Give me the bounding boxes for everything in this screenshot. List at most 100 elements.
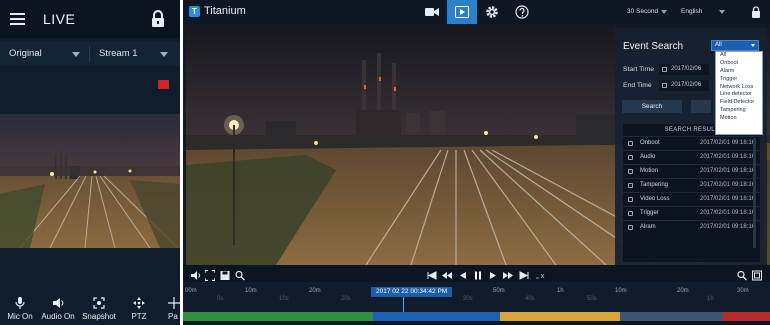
segment-other[interactable] [620,312,723,321]
event-type-option[interactable]: Network Loss [716,84,762,92]
lock-icon[interactable] [751,6,761,18]
timeline-tick: 1h [557,288,564,294]
search-button-icon[interactable] [737,268,747,281]
zoom-icon [235,270,245,281]
result-type: Audio [640,154,656,160]
interval-select[interactable]: 30 Second [624,5,670,19]
stream-selectors: Original Stream 1 [0,42,180,66]
segment-normal[interactable] [183,312,373,321]
skip-start-button[interactable] [427,268,437,280]
zoom-button[interactable] [235,268,245,281]
timeline-tick: 20m [677,288,689,294]
event-type-option[interactable]: All [716,52,762,60]
volume-button[interactable] [191,268,201,280]
event-type-dropdown-list: All Onboot Alarm Trigger Network Loss Li… [715,51,763,135]
mobile-toolbar: Mic On Audio On Snapshot PTZ Pa [0,293,180,325]
snapshot-icon [93,297,105,309]
chevron-down-icon[interactable] [72,52,80,57]
event-type-option[interactable]: Field Detector [716,99,762,107]
tab-settings[interactable] [477,0,507,24]
event-type-icon [628,225,633,230]
end-time-value: 2017/02/06 [671,82,702,88]
event-type-option[interactable]: Tampering [716,107,762,115]
start-time-field[interactable]: 2017/02/06 [659,64,709,75]
event-type-icon [628,183,633,188]
play-icon [490,272,496,279]
record-icon[interactable] [158,80,169,89]
result-time: 2017/02/01 09:18:16 [700,140,756,146]
result-time: 2017/02/01 09:18:16 [700,168,756,174]
result-row[interactable]: Trigger 2017/02/01 09:18:16 [623,206,760,220]
mic-icon [15,297,25,309]
result-time: 2017/02/01 09:18:16 [700,210,756,216]
rewind-button[interactable] [442,268,452,279]
calendar-icon [662,83,667,88]
search-result-list: SEARCH RESULT Onboot 2017/02/01 09:18:16 … [623,124,760,262]
audio-button[interactable]: Audio On [38,293,78,325]
timeline-legend [183,321,770,325]
event-type-option[interactable]: Alarm [716,68,762,76]
result-time: 2017/02/01 09:18:16 [700,196,756,202]
step-back-button[interactable] [458,268,468,279]
skip-back-icon [427,271,437,280]
start-time-label: Start Time [623,66,654,73]
result-scrollbar[interactable] [753,138,756,248]
start-time-value: 2017/02/06 [671,66,702,72]
video-camera-icon [425,8,439,16]
fast-forward-icon [503,272,513,279]
playback-controls [183,265,770,282]
result-row[interactable]: Motion 2017/02/01 09:18:16 [623,164,760,178]
event-type-option[interactable]: Motion [716,115,762,123]
language-select[interactable]: English [678,5,728,19]
result-row[interactable]: Tampering 2017/02/01 09:18:16 [623,178,760,192]
live-video-feed[interactable] [0,114,180,248]
play-button[interactable] [488,268,498,279]
timeline-subtick: 30s [463,296,473,302]
chevron-down-icon[interactable] [160,52,168,57]
mic-button[interactable]: Mic On [0,293,40,325]
mic-label: Mic On [7,312,33,321]
end-time-field[interactable]: 2017/02/06 [659,80,709,91]
timeline-tick: 30m [737,288,749,294]
segment-event[interactable] [723,312,770,321]
chevron-down-icon [719,10,725,14]
gear-icon [486,6,498,18]
tab-help[interactable] [507,0,537,24]
ptz-button[interactable]: PTZ [119,293,159,325]
fullscreen-button[interactable] [204,268,216,282]
hamburger-menu-icon[interactable] [10,13,25,25]
preset-button[interactable]: Pa [158,293,180,325]
result-row[interactable]: Alram 2017/02/01 09:18:16 [623,220,760,234]
timeline-cursor[interactable] [403,297,404,312]
layout-button[interactable] [752,268,762,281]
result-row[interactable]: Onboot 2017/02/01 09:18:16 [623,136,760,150]
lock-icon[interactable] [150,10,166,28]
recording-segments[interactable] [183,312,770,321]
result-row[interactable]: Video Loss 2017/02/01 09:18:16 [623,192,760,206]
tab-live[interactable] [417,0,447,24]
skip-end-button[interactable] [519,268,529,280]
fast-forward-button[interactable] [503,268,513,279]
reset-button[interactable] [691,100,711,113]
timeline-tick: 50m [493,288,505,294]
segment-alarm[interactable] [500,312,620,321]
timeline-subtick: 10s [279,296,289,302]
chevron-down-icon [661,10,667,14]
pause-button[interactable] [473,268,483,280]
event-type-option[interactable]: Line detector [716,91,762,99]
snapshot-button[interactable]: Snapshot [79,293,119,325]
segment-motion[interactable] [373,312,500,321]
search-button[interactable]: Search [622,100,682,113]
tab-playback[interactable] [447,0,477,24]
timeline[interactable]: 00m 10m 20m 30m 50m 1h 10m 20m 30m 0s 10… [183,282,770,312]
event-type-icon [628,141,633,146]
speed-button[interactable] [535,268,545,279]
event-type-select[interactable]: All [711,40,759,51]
save-button[interactable] [220,268,230,280]
event-type-option[interactable]: Onboot [716,60,762,68]
result-row[interactable]: Audio 2017/02/01 09:18:16 [623,150,760,164]
timeline-subtick: 20s [341,296,351,302]
event-type-option[interactable]: Trigger [716,76,762,84]
interval-select-value: 30 Second [627,8,659,15]
timeline-tick: 10m [615,288,627,294]
